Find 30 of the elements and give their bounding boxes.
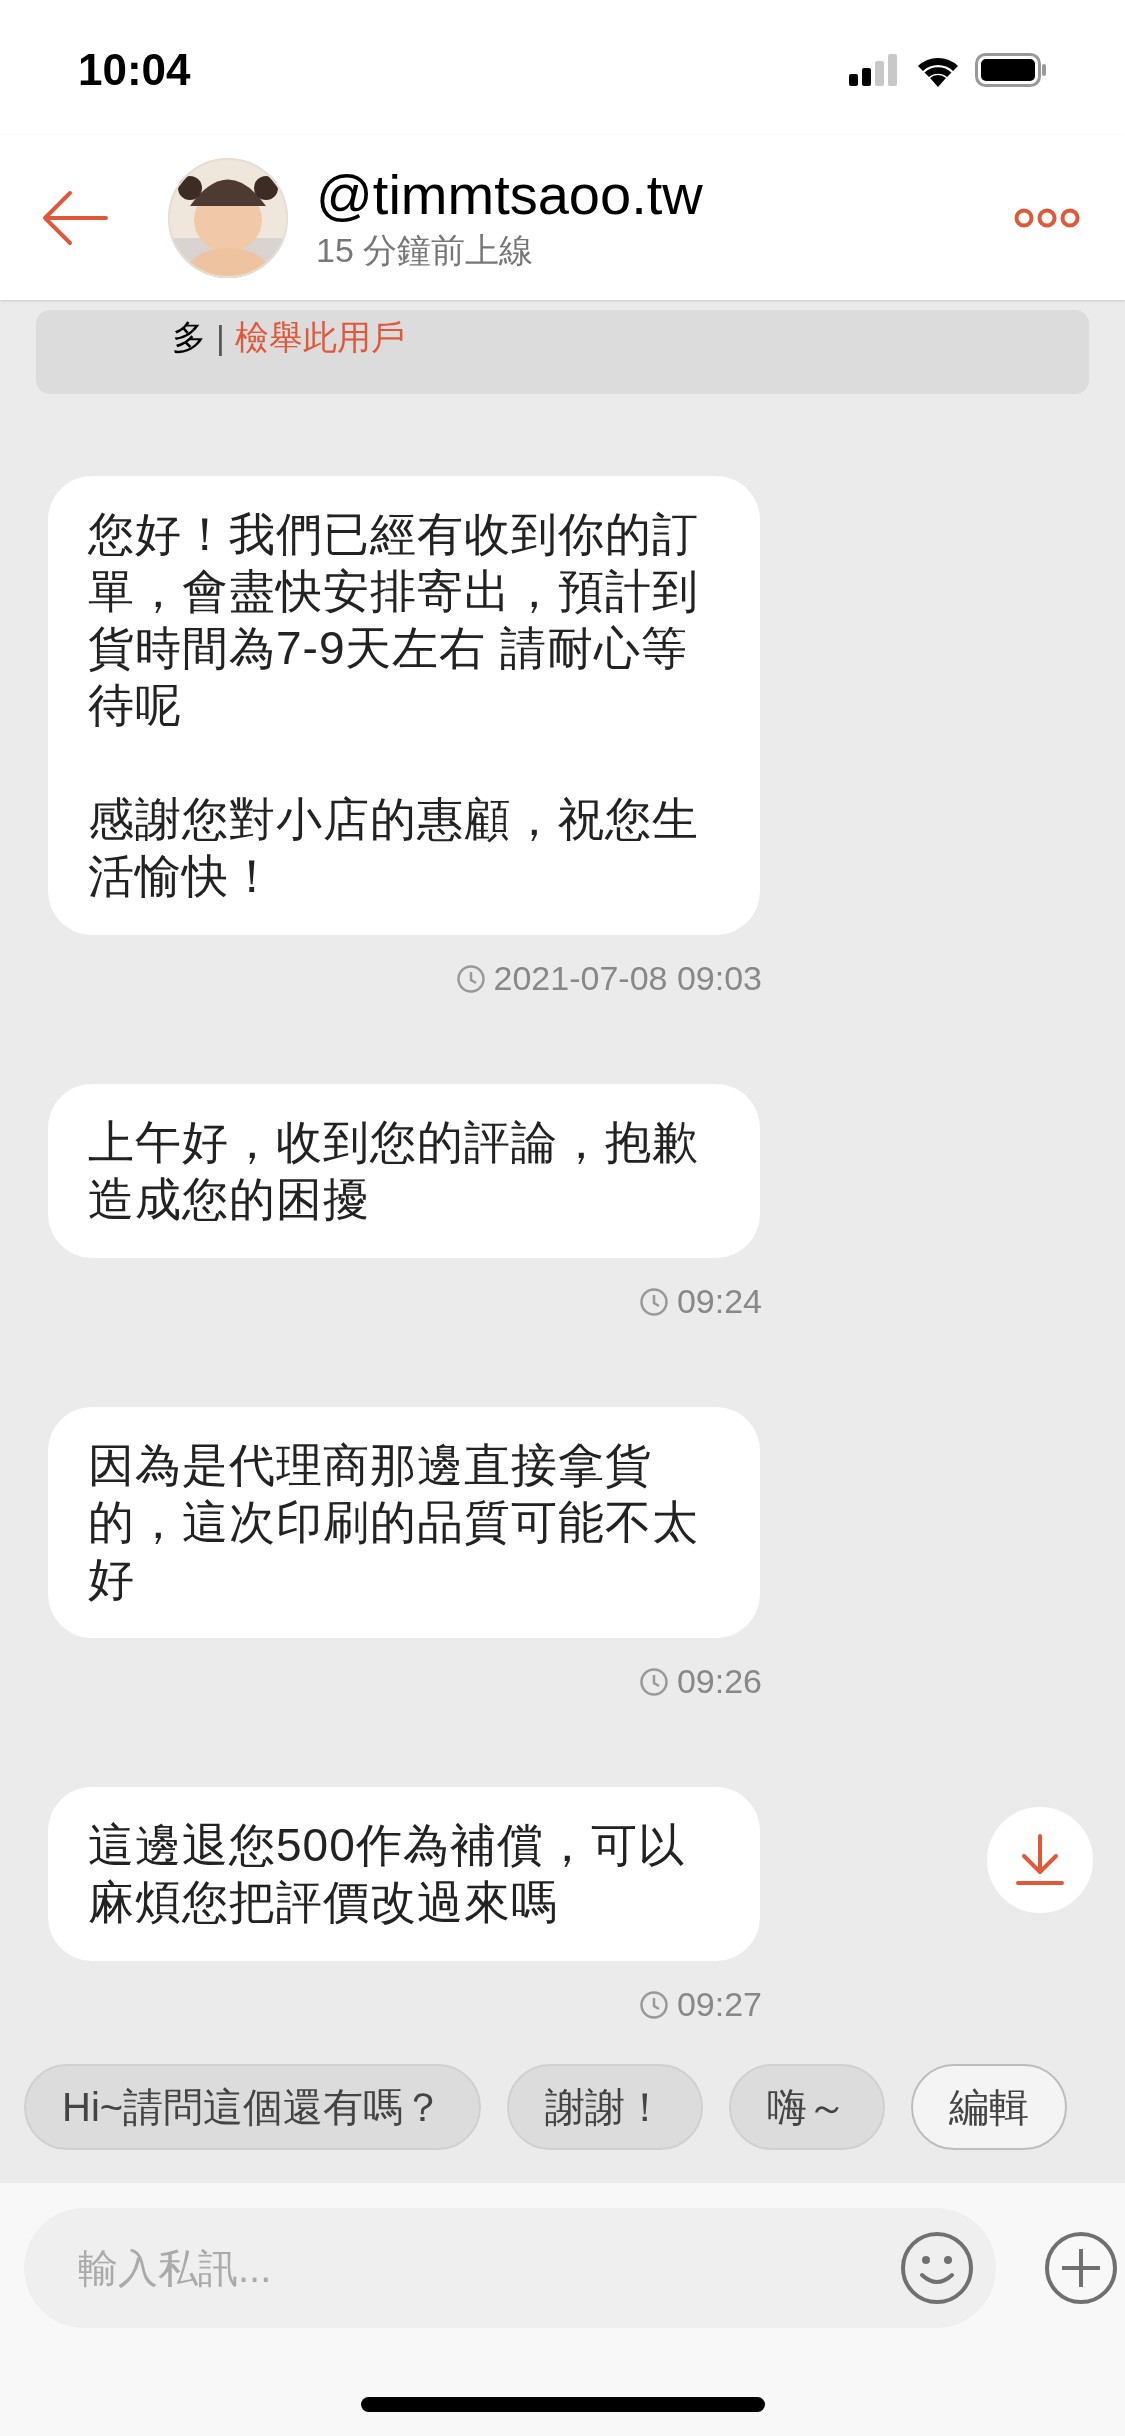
last-seen-status: 15 分鐘前上線 — [316, 229, 535, 271]
message-input[interactable]: 輸入私訊... — [78, 2238, 900, 2299]
message-text: 這邊退您500作為補償，可以麻煩您把評價改過來嗎 — [88, 1818, 686, 1930]
message-text: 感謝您對小店的惠顧，祝您生活愉快！ — [88, 792, 700, 904]
learn-more-link[interactable]: 多 — [172, 314, 206, 360]
message-text: 您好！我們已經有收到你的訂單，會盡快安排寄出，預計到貨時間為7-9天左右 請耐心等待呢 — [88, 507, 700, 733]
message-time: 09:24 — [676, 1281, 762, 1322]
message-time: 09:26 — [676, 1661, 762, 1702]
download-arrow-icon — [1014, 1834, 1066, 1886]
battery-icon — [975, 52, 1047, 87]
separator: | — [216, 317, 225, 358]
emoji-icon[interactable] — [900, 2231, 974, 2306]
clock-icon — [638, 1989, 669, 2020]
message-time: 09:27 — [676, 1984, 762, 2025]
message-text: 因為是代理商那邊直接拿貨的，這次印刷的品質可能不太好 — [88, 1438, 700, 1607]
quick-reply-chip[interactable]: 謝謝！ — [507, 2063, 704, 2150]
quick-reply-chip[interactable]: Hi~請問這個還有嗎？ — [24, 2063, 482, 2150]
username: @timmtsaoo.tw — [316, 162, 704, 227]
clock-icon — [455, 963, 486, 994]
quick-reply-chip[interactable]: 嗨～ — [729, 2063, 886, 2150]
message-field[interactable]: 輸入私訊... — [24, 2208, 996, 2329]
quick-reply-chip[interactable]: 編輯 — [911, 2063, 1068, 2150]
message-time: 2021-07-08 09:03 — [493, 958, 762, 999]
clock-icon — [638, 1666, 669, 1697]
clock-icon — [638, 1286, 669, 1317]
add-icon[interactable] — [1044, 2231, 1118, 2306]
status-time: 10:04 — [78, 43, 191, 96]
message-text: 上午好，收到您的評論，抱歉造成您的困擾 — [88, 1115, 700, 1227]
more-icon — [1014, 207, 1080, 228]
back-arrow-icon — [42, 189, 108, 246]
